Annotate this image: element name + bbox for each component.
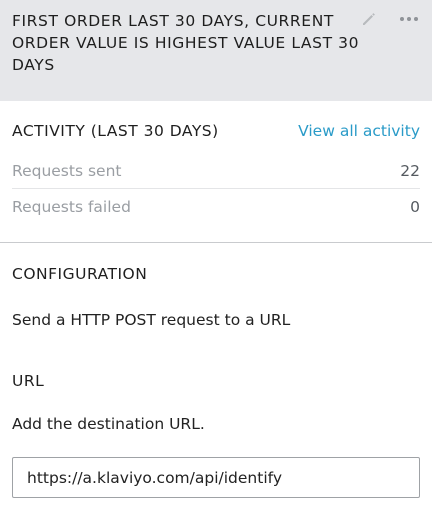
action-header: FIRST ORDER LAST 30 DAYS, CURRENT ORDER … (0, 0, 432, 101)
url-section-title: URL (12, 372, 45, 390)
section-divider (0, 242, 432, 243)
url-description: Add the destination URL. (12, 415, 205, 433)
requests-sent-label: Requests sent (12, 161, 122, 180)
requests-failed-row: Requests failed 0 (12, 189, 420, 225)
requests-failed-label: Requests failed (12, 198, 131, 216)
requests-sent-row: Requests sent 22 (12, 153, 420, 189)
pencil-icon[interactable] (360, 10, 378, 28)
activity-section-title: ACTIVITY (LAST 30 DAYS) (12, 122, 219, 140)
action-title: FIRST ORDER LAST 30 DAYS, CURRENT ORDER … (12, 12, 360, 74)
configuration-description: Send a HTTP POST request to a URL (12, 311, 291, 329)
destination-url-input[interactable] (12, 457, 420, 498)
more-horizontal-icon[interactable] (398, 10, 420, 28)
requests-failed-value: 0 (410, 198, 420, 216)
configuration-section-title: CONFIGURATION (12, 265, 148, 283)
requests-sent-value: 22 (400, 161, 420, 180)
view-all-activity-link[interactable]: View all activity (298, 122, 420, 140)
